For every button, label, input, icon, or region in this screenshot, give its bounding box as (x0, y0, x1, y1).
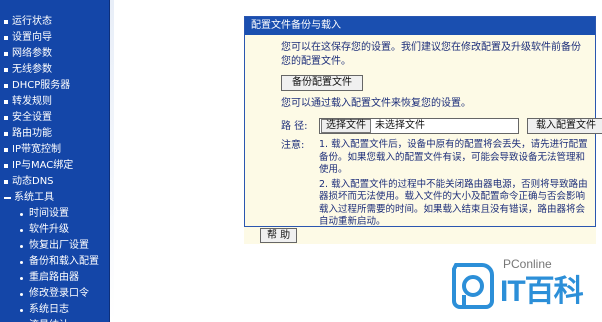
sidebar-item[interactable]: 网络参数 (0, 46, 109, 62)
sidebar-item[interactable]: IP带宽控制 (0, 142, 109, 158)
file-input[interactable]: 选择文件 未选择文件 (319, 118, 519, 134)
sidebar-item-label: IP与MAC绑定 (12, 160, 74, 171)
notes-section: 注意: 1. 载入配置文件后，设备中原有的配置将会丢失，请先进行配置备份。如果您… (281, 139, 588, 229)
bullet-icon (4, 84, 8, 88)
sidebar-item-label: 系统工具 (14, 192, 54, 203)
sidebar-nav: 运行状态设置向导网络参数无线参数 DHCP服务器 转发规则安全设置路由功能 IP带宽控… (0, 0, 110, 322)
config-backup-panel: 配置文件备份与载入 您可以在这保存您的设置。我们建议您在修改配置及升级软件前备份… (244, 16, 602, 244)
sidebar-item[interactable]: 修改登录口令 (0, 286, 109, 302)
restore-text: 您可以通过载入配置文件来恢复您的设置。 (281, 98, 471, 109)
sidebar-item[interactable]: 路由功能 (0, 126, 109, 142)
note-1: 1. 载入配置文件后，设备中原有的配置将会丢失，请先进行配置备份。如果您载入的配… (319, 139, 588, 175)
sidebar-item[interactable]: DHCP服务器 (0, 78, 109, 94)
sidebar-divider (110, 0, 114, 322)
bullet-icon (20, 308, 23, 312)
bullet-icon (4, 36, 8, 40)
sidebar-item-label: DHCP服务器 (12, 80, 71, 91)
sidebar-item-label: 流量统计 (29, 318, 69, 322)
sidebar-item[interactable]: 动态DNS (0, 174, 109, 190)
bullet-icon (4, 100, 8, 104)
path-label: 路 径: (281, 121, 308, 132)
help-bar: 帮 助 (244, 226, 596, 244)
load-config-button[interactable]: 载入配置文件 (527, 118, 602, 134)
sidebar-item-label: 转发规则 (12, 96, 52, 107)
intro-text: 您可以在这保存您的设置。我们建议您在修改配置及升级软件前备份您的配置文件。 (281, 42, 581, 67)
sidebar-item-label: 软件升级 (29, 224, 69, 235)
sidebar-item-label: 系统日志 (29, 304, 69, 315)
watermark-brand: PConline (503, 257, 552, 271)
bullet-icon (4, 52, 8, 56)
sidebar-item-label: 网络参数 (12, 48, 52, 59)
bullet-icon (20, 244, 23, 248)
sidebar-item[interactable]: 时间设置 (0, 206, 109, 222)
sidebar-item-label: 备份和载入配置 (29, 256, 99, 267)
sidebar-item-label: 设置向导 (12, 32, 52, 43)
path-row: 路 径: 选择文件 未选择文件 载入配置文件 (281, 117, 602, 137)
help-button[interactable]: 帮 助 (260, 228, 298, 243)
sidebar-item[interactable]: 恢复出厂设置 (0, 238, 109, 254)
pconline-logo-icon (452, 263, 494, 309)
sidebar-item-label: 运行状态 (12, 16, 52, 27)
collapse-icon (4, 197, 11, 199)
bullet-icon (4, 180, 8, 184)
sidebar-item[interactable]: 转发规则 (0, 94, 109, 110)
notes-label: 注意: (281, 140, 305, 151)
sidebar-item[interactable]: 流量统计 (0, 318, 109, 322)
bullet-icon (4, 164, 8, 168)
sidebar-item-label: 无线参数 (12, 64, 52, 75)
watermark-title: IT百科 (500, 275, 584, 308)
bullet-icon (20, 292, 23, 296)
bullet-icon (4, 148, 8, 152)
sidebar-item-label: 安全设置 (12, 112, 52, 123)
sidebar-item-label: 路由功能 (12, 128, 52, 139)
sidebar-item-label: 动态DNS (12, 176, 54, 187)
choose-file-button[interactable]: 选择文件 (321, 119, 371, 133)
sidebar-item[interactable]: 备份和载入配置 (0, 254, 109, 270)
sidebar-item[interactable]: 无线参数 (0, 62, 109, 78)
no-file-text: 未选择文件 (375, 120, 425, 131)
bullet-icon (20, 276, 23, 280)
bullet-icon (4, 132, 8, 136)
backup-config-button[interactable]: 备份配置文件 (281, 75, 363, 91)
sidebar-item[interactable]: 系统日志 (0, 302, 109, 318)
sidebar-item[interactable]: 重启路由器 (0, 270, 109, 286)
sidebar-item-label: 时间设置 (29, 208, 69, 219)
sidebar-item[interactable]: 设置向导 (0, 30, 109, 46)
sidebar-item[interactable]: IP与MAC绑定 (0, 158, 109, 174)
bullet-icon (4, 20, 8, 24)
bullet-icon (4, 68, 8, 72)
sidebar-item-label: 恢复出厂设置 (29, 240, 89, 251)
sidebar-item[interactable]: 软件升级 (0, 222, 109, 238)
sidebar-item-label: IP带宽控制 (12, 144, 61, 155)
sidebar-item[interactable]: 系统工具 (0, 190, 109, 206)
sidebar-item-label: 修改登录口令 (29, 288, 89, 299)
sidebar-item[interactable]: 安全设置 (0, 110, 109, 126)
bullet-icon (4, 116, 8, 120)
panel-title: 配置文件备份与载入 (245, 17, 595, 35)
bullet-icon (20, 212, 23, 216)
sidebar-item[interactable]: 运行状态 (0, 14, 109, 30)
watermark: PConline IT百科 (442, 247, 602, 322)
bullet-icon (20, 228, 23, 232)
note-2: 2. 载入配置文件的过程中不能关闭路由器电源，否则将导致路由器损坏而无法使用。载… (319, 178, 588, 228)
sidebar-item-label: 重启路由器 (29, 272, 79, 283)
bullet-icon (20, 260, 23, 264)
